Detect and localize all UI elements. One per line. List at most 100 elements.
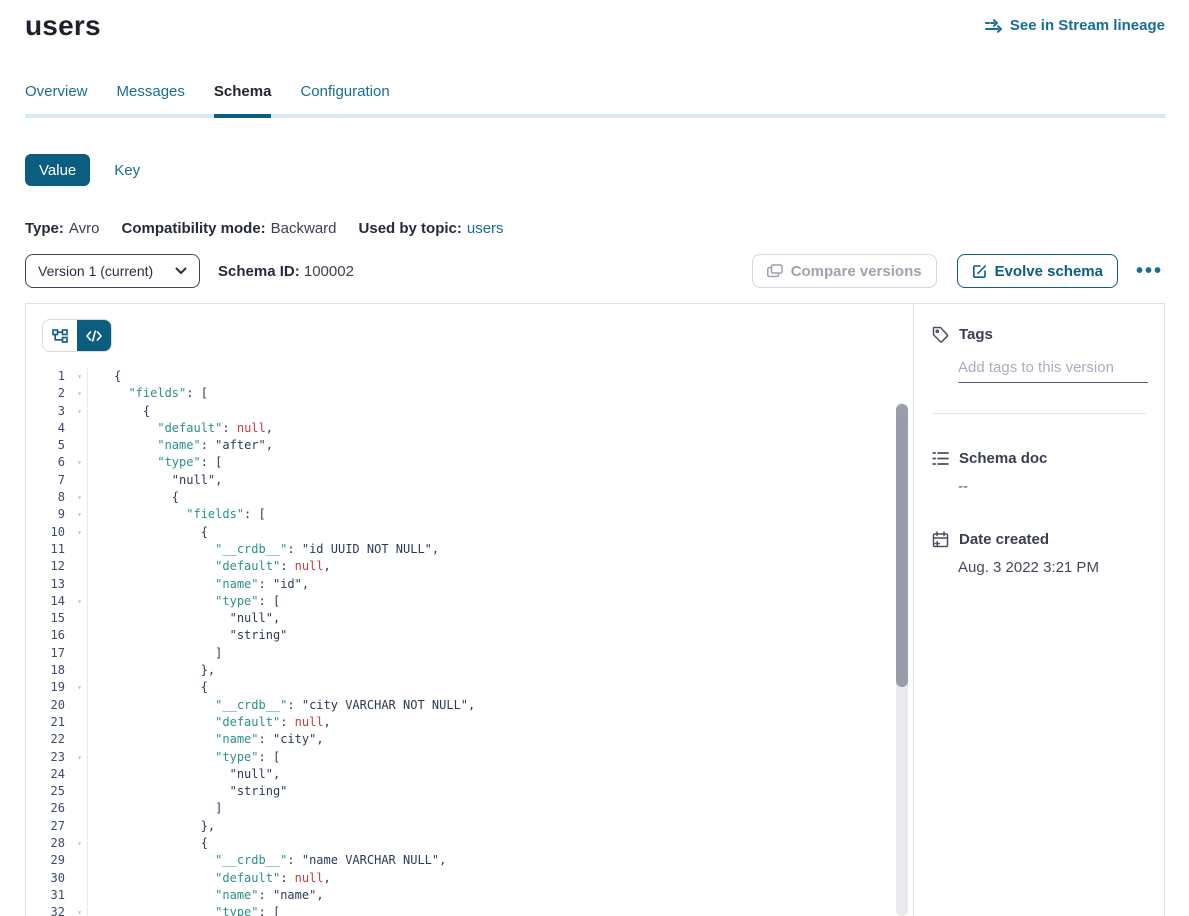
code-line: 17 ] bbox=[26, 645, 913, 662]
page-title: users bbox=[25, 10, 101, 42]
scrollbar-track[interactable] bbox=[896, 403, 908, 916]
sidebar-divider bbox=[932, 413, 1146, 414]
code-line: 19 ▾ { bbox=[26, 679, 913, 696]
line-number: 28 bbox=[26, 835, 65, 852]
code-line: 22 "name": "city", bbox=[26, 731, 913, 748]
code-line: 8 ▾ { bbox=[26, 489, 913, 506]
schema-sidebar: Tags Schema doc -- bbox=[914, 304, 1164, 916]
tab-messages[interactable]: Messages bbox=[117, 83, 185, 114]
fold-spacer bbox=[72, 645, 88, 662]
code-text: "string" bbox=[114, 627, 287, 644]
code-text: ] bbox=[114, 645, 222, 662]
fold-arrow-icon[interactable]: ▾ bbox=[72, 593, 88, 610]
fold-arrow-icon[interactable]: ▾ bbox=[72, 403, 88, 420]
line-number: 14 bbox=[26, 593, 65, 610]
code-line: 14 ▾ "type": [ bbox=[26, 593, 913, 610]
tab-overview[interactable]: Overview bbox=[25, 83, 88, 114]
stream-lineage-link[interactable]: See in Stream lineage bbox=[985, 17, 1165, 34]
fold-arrow-icon[interactable]: ▾ bbox=[72, 835, 88, 852]
code-text: "__crdb__": "name VARCHAR NULL", bbox=[114, 852, 446, 869]
line-number: 24 bbox=[26, 766, 65, 783]
code-text: { bbox=[114, 679, 208, 696]
fold-spacer bbox=[72, 887, 88, 904]
code-text: "null", bbox=[114, 472, 222, 489]
code-text: "type": [ bbox=[114, 904, 280, 916]
code-line: 29 "__crdb__": "name VARCHAR NULL", bbox=[26, 852, 913, 869]
fold-arrow-icon[interactable]: ▾ bbox=[72, 904, 88, 916]
code-text: { bbox=[114, 489, 179, 506]
fold-spacer bbox=[72, 697, 88, 714]
code-line: 32▾ "type": [ bbox=[26, 904, 913, 916]
code-view-button[interactable] bbox=[77, 320, 111, 351]
code-line: 15 "null", bbox=[26, 610, 913, 627]
tags-section: Tags bbox=[932, 326, 1148, 414]
code-text: "type": [ bbox=[114, 454, 222, 471]
fold-spacer bbox=[72, 437, 88, 454]
code-line: 25 "string" bbox=[26, 783, 913, 800]
tab-schema[interactable]: Schema bbox=[214, 83, 272, 114]
evolve-schema-icon bbox=[972, 264, 987, 279]
fold-arrow-icon[interactable]: ▾ bbox=[72, 679, 88, 696]
code-line: 9▾ "fields": [ bbox=[26, 506, 913, 523]
code-line: 16 "string" bbox=[26, 627, 913, 644]
meta-compatibility: Compatibility mode:Backward bbox=[121, 220, 336, 237]
code-line: 24 "null", bbox=[26, 766, 913, 783]
code-line: 7 "null", bbox=[26, 472, 913, 489]
code-text: "type": [ bbox=[114, 593, 280, 610]
line-number: 20 bbox=[26, 697, 65, 714]
fold-spacer bbox=[72, 558, 88, 575]
more-options-button[interactable]: ••• bbox=[1134, 262, 1165, 280]
fold-spacer bbox=[72, 800, 88, 817]
compare-versions-button[interactable]: Compare versions bbox=[752, 254, 937, 288]
line-number: 13 bbox=[26, 576, 65, 593]
code-view-icon bbox=[86, 330, 102, 342]
code-text: "__crdb__": "city VARCHAR NOT NULL", bbox=[114, 697, 475, 714]
line-number: 4 bbox=[26, 420, 65, 437]
fold-arrow-icon[interactable]: ▾ bbox=[72, 385, 88, 402]
code-text: "name": "name", bbox=[114, 887, 324, 904]
fold-arrow-icon[interactable]: ▾ bbox=[72, 489, 88, 506]
tree-view-button[interactable] bbox=[43, 320, 77, 351]
line-number: 29 bbox=[26, 852, 65, 869]
date-created-value: Aug. 3 2022 3:21 PM bbox=[958, 559, 1148, 576]
code-scroll-area[interactable]: 1▾{2▾ "fields": [3▾ {4 "default": null,5… bbox=[26, 354, 913, 916]
line-number: 6 bbox=[26, 454, 65, 471]
code-line: 28▾ { bbox=[26, 835, 913, 852]
line-number: 16 bbox=[26, 627, 65, 644]
compare-versions-icon bbox=[767, 264, 783, 278]
code-text: "default": null, bbox=[114, 420, 273, 437]
date-created-header: Date created bbox=[932, 531, 1148, 548]
code-text: "name": "city", bbox=[114, 731, 324, 748]
fold-spacer bbox=[72, 610, 88, 627]
key-toggle-link[interactable]: Key bbox=[114, 162, 140, 179]
code-line: 4 "default": null, bbox=[26, 420, 913, 437]
add-tags-input[interactable] bbox=[958, 357, 1148, 383]
code-line: 31 "name": "name", bbox=[26, 887, 913, 904]
line-number: 19 bbox=[26, 679, 65, 696]
fold-arrow-icon[interactable]: ▾ bbox=[72, 454, 88, 471]
version-select[interactable]: Version 1 (current) bbox=[25, 254, 200, 288]
line-number: 18 bbox=[26, 662, 65, 679]
scrollbar-thumb[interactable] bbox=[896, 404, 908, 687]
schema-page: users See in Stream lineage Overview Mes… bbox=[0, 0, 1189, 916]
fold-arrow-icon[interactable]: ▾ bbox=[72, 749, 88, 766]
schema-detail-panel: 1▾{2▾ "fields": [3▾ {4 "default": null,5… bbox=[25, 303, 1165, 916]
fold-spacer bbox=[72, 472, 88, 489]
code-text: "__crdb__": "id UUID NOT NULL", bbox=[114, 541, 439, 558]
fold-spacer bbox=[72, 576, 88, 593]
topic-link[interactable]: users bbox=[467, 220, 504, 237]
version-bar: Version 1 (current) Schema ID: 100002 Co… bbox=[25, 254, 1165, 288]
line-number: 11 bbox=[26, 541, 65, 558]
line-number: 3 bbox=[26, 403, 65, 420]
value-toggle-button[interactable]: Value bbox=[25, 154, 90, 186]
code-line: 6 ▾ "type": [ bbox=[26, 454, 913, 471]
tab-configuration[interactable]: Configuration bbox=[300, 83, 389, 114]
line-number: 8 bbox=[26, 489, 65, 506]
evolve-schema-button[interactable]: Evolve schema bbox=[957, 254, 1118, 288]
line-number: 30 bbox=[26, 870, 65, 887]
fold-arrow-icon[interactable]: ▾ bbox=[72, 506, 88, 523]
line-number: 31 bbox=[26, 887, 65, 904]
fold-arrow-icon[interactable]: ▾ bbox=[72, 368, 88, 385]
fold-spacer bbox=[72, 783, 88, 800]
fold-arrow-icon[interactable]: ▾ bbox=[72, 524, 88, 541]
